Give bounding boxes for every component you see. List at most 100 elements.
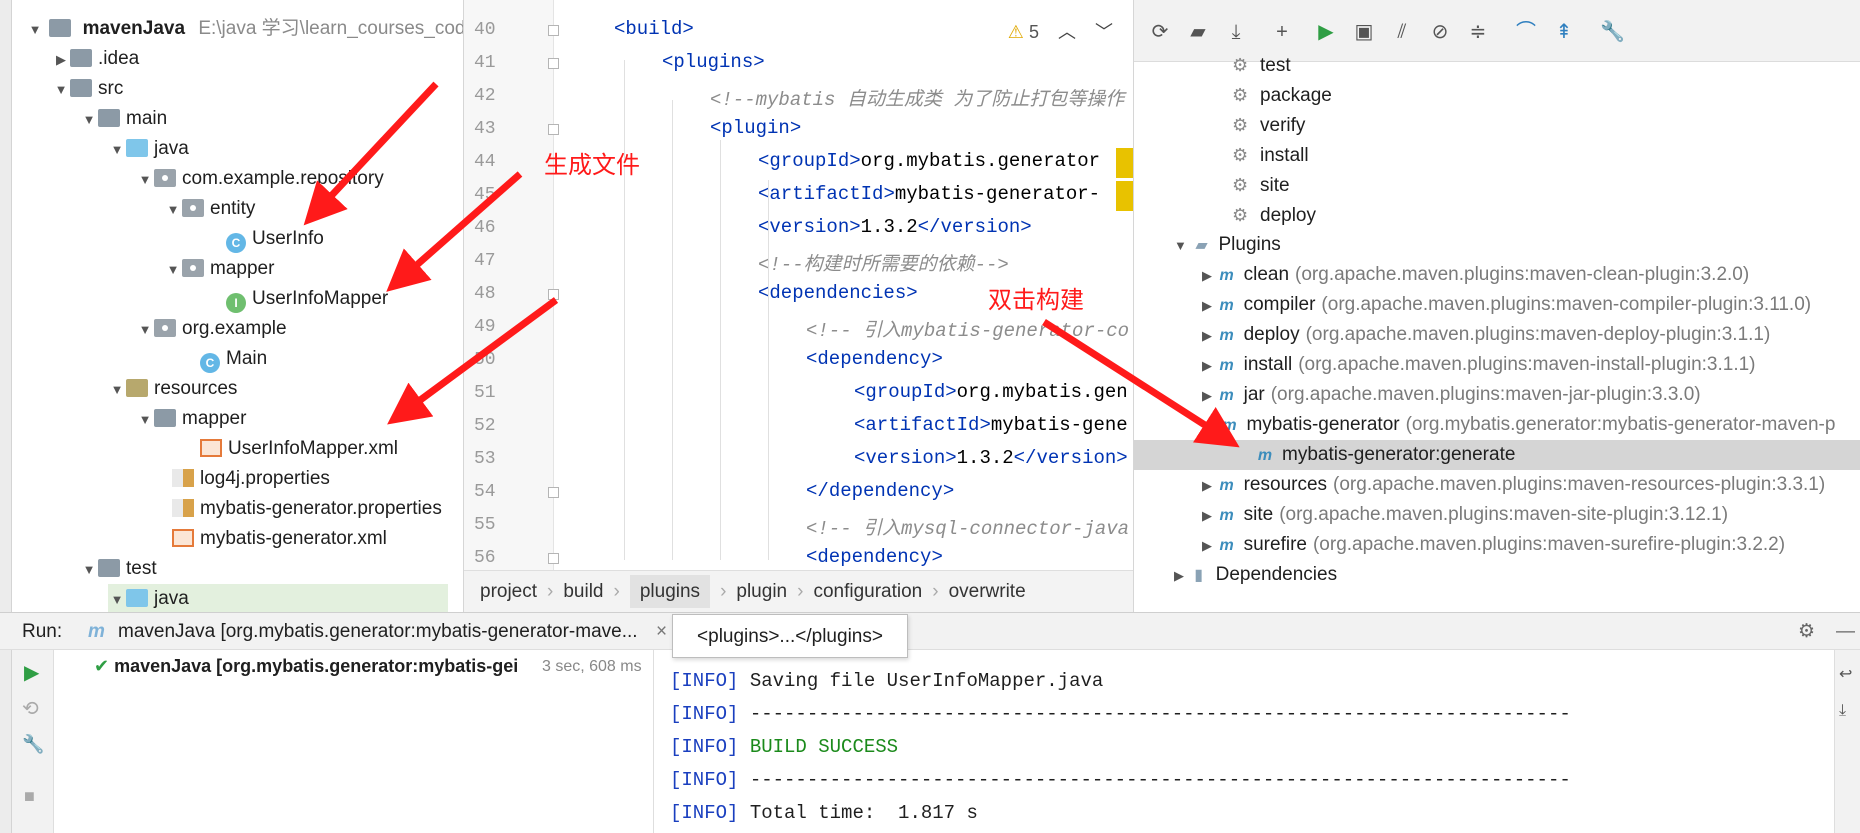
tree-item[interactable]: ▼ mapper xyxy=(164,254,275,285)
chevron-down-icon[interactable]: ▼ xyxy=(164,255,182,285)
lifecycle-phase[interactable]: ⚙ site xyxy=(1232,170,1290,200)
plugin-node[interactable]: ▶ m compiler (org.apache.maven.plugins:mav… xyxy=(1202,290,1811,320)
chevron-down-icon[interactable]: ▼ xyxy=(136,315,154,345)
chevron-right-icon[interactable]: ▶ xyxy=(1202,538,1216,553)
chevron-down-icon[interactable]: ▼ xyxy=(1202,418,1218,433)
chevron-down-icon[interactable]: ▼ xyxy=(164,195,182,225)
settings-wrench-icon[interactable]: 🔧 xyxy=(22,734,44,755)
lifecycle-phase[interactable]: ⚙ test xyxy=(1232,50,1291,80)
chevron-down-icon[interactable]: ▼ xyxy=(26,15,44,45)
fold-marker-icon[interactable] xyxy=(548,553,559,564)
fold-marker-icon[interactable] xyxy=(548,289,559,300)
tree-item[interactable]: mybatis-generator.xml xyxy=(154,524,387,554)
chevron-down-icon[interactable]: ▼ xyxy=(52,75,70,105)
tree-item[interactable]: ▼ src xyxy=(52,74,124,105)
tree-item[interactable]: I UserInfoMapper xyxy=(208,284,388,314)
chevron-right-icon[interactable]: ▶ xyxy=(1202,268,1216,283)
toggle-offline-icon[interactable]: ⫽ xyxy=(1390,20,1414,44)
breadcrumb-item[interactable]: plugin xyxy=(736,581,787,602)
tree-item[interactable]: ▼ mapper xyxy=(136,404,247,435)
breadcrumb-item[interactable]: configuration xyxy=(813,581,922,602)
chevron-right-icon[interactable]: ▶ xyxy=(1202,388,1216,403)
console-output[interactable]: [INFO] Saving file UserInfoMapper.java [I… xyxy=(654,650,1834,833)
minimize-icon[interactable]: — xyxy=(1836,613,1855,651)
breadcrumb-item[interactable]: plugins xyxy=(629,575,711,608)
fold-marker-icon[interactable] xyxy=(548,58,559,69)
run-tab[interactable]: mavenJava [org.mybatis.generator:mybatis… xyxy=(118,613,638,651)
tree-item[interactable]: ▼ org.example xyxy=(136,314,287,344)
tree-item[interactable]: ▼ java xyxy=(108,584,448,612)
tree-item[interactable]: ▼ entity xyxy=(164,194,256,225)
chevron-right-icon[interactable]: ▶ xyxy=(1202,298,1216,313)
chevron-down-icon[interactable]: ▼ xyxy=(108,585,126,612)
chevron-down-icon[interactable]: ▼ xyxy=(80,555,98,585)
tree-item[interactable]: ▶ .idea xyxy=(52,44,139,74)
tree-item[interactable]: mybatis-generator.properties xyxy=(154,494,442,524)
expand-all-icon[interactable]: ⇞ xyxy=(1552,20,1576,44)
lifecycle-phase[interactable]: ⚙ verify xyxy=(1232,110,1305,140)
breadcrumb-item[interactable]: build xyxy=(563,581,603,602)
collapse-icon[interactable]: ≑ xyxy=(1466,20,1490,44)
chevron-up-icon[interactable]: ︿ xyxy=(1058,22,1076,42)
left-tool-strip[interactable] xyxy=(0,0,12,833)
chevron-right-icon[interactable]: ▶ xyxy=(1202,328,1216,343)
plugin-node[interactable]: ▼ m mybatis-generator (org.mybatis.generat… xyxy=(1202,410,1835,440)
reload-icon[interactable]: ⟳ xyxy=(1148,20,1172,44)
plugin-node[interactable]: ▶ m jar (org.apache.maven.plugins:maven-ja… xyxy=(1202,380,1701,410)
rerun-icon[interactable]: ▶ xyxy=(24,660,39,685)
plugin-node[interactable]: ▶ m surefire (org.apache.maven.plugins:mav… xyxy=(1202,530,1785,560)
tree-item[interactable]: log4j.properties xyxy=(154,464,330,494)
plugin-node[interactable]: ▶ m deploy (org.apache.maven.plugins:maven… xyxy=(1202,320,1770,350)
chevron-right-icon[interactable]: ▶ xyxy=(1202,478,1216,493)
add-icon[interactable]: + xyxy=(1270,20,1294,44)
fold-marker-icon[interactable] xyxy=(548,487,559,498)
close-tab-icon[interactable]: × xyxy=(656,613,667,651)
reimport-folder-icon[interactable]: ▰ xyxy=(1186,20,1210,44)
fold-marker-icon[interactable] xyxy=(548,25,559,36)
execute-goal-icon[interactable]: ▣ xyxy=(1352,20,1376,44)
chevron-right-icon[interactable]: ▶ xyxy=(52,45,70,75)
chevron-down-icon[interactable]: ▼ xyxy=(80,105,98,135)
tree-root[interactable]: ▼ mavenJava E:\java 学习\learn_courses_cod… xyxy=(26,14,463,45)
goal-mybatis-generate[interactable]: m mybatis-generator:generate xyxy=(1134,440,1860,470)
plugin-node[interactable]: ▶ m install (org.apache.maven.plugins:mave… xyxy=(1202,350,1756,380)
tree-item[interactable]: ▼ resources xyxy=(108,374,238,405)
skip-tests-icon[interactable]: ⊘ xyxy=(1428,20,1452,44)
stop-icon[interactable]: ■ xyxy=(24,786,35,807)
settings-wrench-icon[interactable]: 🔧 xyxy=(1600,20,1625,44)
run-tree-item[interactable]: ✔ mavenJava [org.mybatis.generator:mybat… xyxy=(94,656,518,677)
chevron-down-icon[interactable]: ▼ xyxy=(108,135,126,165)
lifecycle-phase[interactable]: ⚙ deploy xyxy=(1232,200,1316,230)
breadcrumb-item[interactable]: overwrite xyxy=(949,581,1026,602)
tree-item[interactable]: ▼ test xyxy=(80,554,157,584)
chevron-down-icon[interactable]: ▼ xyxy=(136,165,154,195)
scroll-to-end-icon[interactable]: ⤓ xyxy=(1839,702,1846,720)
chevron-right-icon[interactable]: ▶ xyxy=(1202,508,1216,523)
tree-item[interactable]: ▼ main xyxy=(80,104,168,135)
chevron-down-icon[interactable]: ﹀ xyxy=(1095,22,1113,42)
chevron-right-icon[interactable]: ▶ xyxy=(1174,568,1188,583)
download-icon[interactable]: ⤓ xyxy=(1224,20,1248,44)
plugin-node[interactable]: ▶ m clean (org.apache.maven.plugins:maven-… xyxy=(1202,260,1749,290)
inspection-widget[interactable]: ⚠ 5 ︿ ﹀ xyxy=(1008,18,1113,44)
show-dependencies-icon[interactable]: ⌒ xyxy=(1514,20,1538,44)
fold-marker-icon[interactable] xyxy=(548,124,559,135)
soft-wrap-icon[interactable]: ↩ xyxy=(1839,664,1852,684)
plugin-node[interactable]: ▶ m site (org.apache.maven.plugins:maven-s… xyxy=(1202,500,1728,530)
tree-item[interactable]: C Main xyxy=(182,344,267,374)
breadcrumb-item[interactable]: project xyxy=(480,581,537,602)
lifecycle-phase[interactable]: ⚙ install xyxy=(1232,140,1309,170)
lifecycle-phase[interactable]: ⚙ package xyxy=(1232,80,1332,110)
plugins-node[interactable]: ▼ ▰ Plugins xyxy=(1174,230,1281,260)
tree-item[interactable]: ▼ com.example.repository xyxy=(136,164,384,194)
chevron-down-icon[interactable]: ▼ xyxy=(1174,238,1190,253)
chevron-down-icon[interactable]: ▼ xyxy=(136,405,154,435)
tree-item[interactable]: ▼ java xyxy=(108,134,189,164)
dependencies-node[interactable]: ▶ ▮ Dependencies xyxy=(1174,560,1337,590)
chevron-right-icon[interactable]: ▶ xyxy=(1202,358,1216,373)
plugin-node[interactable]: ▶ m resources (org.apache.maven.plugins:ma… xyxy=(1202,470,1825,500)
tree-item[interactable]: C UserInfo xyxy=(208,224,324,254)
chevron-down-icon[interactable]: ▼ xyxy=(108,375,126,405)
rerun-failed-icon[interactable]: ⟲ xyxy=(22,696,39,721)
run-icon[interactable]: ▶ xyxy=(1314,20,1338,44)
